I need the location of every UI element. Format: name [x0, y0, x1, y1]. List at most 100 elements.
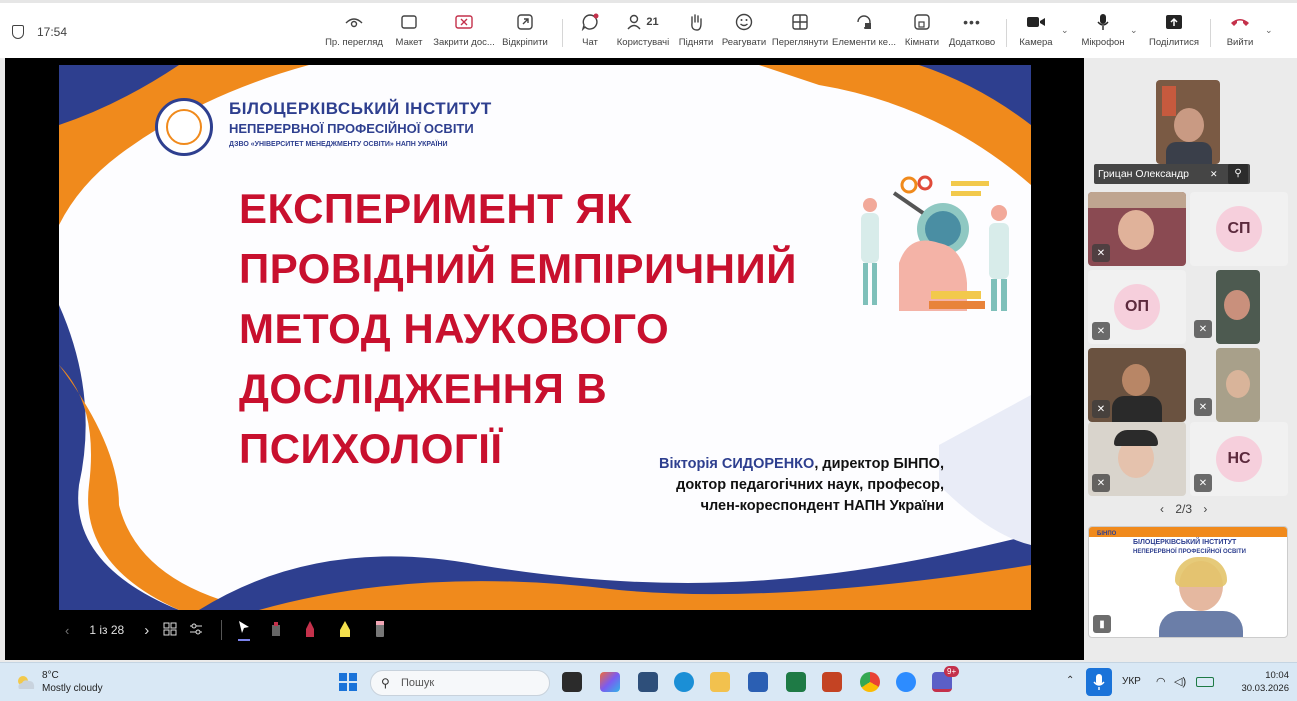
show-hidden-icons-icon[interactable]: ⌃: [1066, 675, 1074, 686]
audio-indicator-icon: ▮: [1093, 615, 1111, 633]
microphone-in-use-icon[interactable]: [1086, 668, 1112, 696]
video-tile[interactable]: [1216, 270, 1260, 344]
popout-icon: [517, 9, 533, 35]
taskbar-search[interactable]: ⚲ Пошук: [370, 670, 550, 696]
clock-time: 10:04: [1265, 670, 1289, 681]
presenter-video-tile[interactable]: БІНПО БІЛОЦЕРКІВСЬКИЙ ІНСТИТУТ НЕПЕРЕРВН…: [1088, 526, 1288, 638]
highlighter-icon[interactable]: [338, 620, 352, 641]
video-tile[interactable]: ✕: [1088, 348, 1186, 422]
featured-participant-name: Грицан Олександр: [1098, 168, 1189, 180]
participant-face: [1224, 290, 1250, 320]
toolbar-divider: [562, 19, 563, 47]
initials-tile[interactable]: НС ✕: [1190, 422, 1288, 496]
hangup-icon: [1230, 9, 1250, 35]
view-label: Переглянути: [771, 37, 829, 48]
participants-button[interactable]: 21 Користувачі: [616, 9, 670, 57]
pointer-tool-icon[interactable]: [238, 620, 251, 641]
gallery-page: 2/3: [1175, 502, 1193, 516]
task-view-icon[interactable]: [562, 672, 582, 692]
participant-face: [1118, 210, 1154, 250]
file-explorer-icon[interactable]: [710, 672, 730, 692]
windows-taskbar: 8°C Mostly cloudy ⚲ Пошук 9+ ⌃ УКР ◠ ◁) …: [0, 662, 1297, 701]
video-tile[interactable]: [1216, 348, 1260, 422]
grid-view-icon[interactable]: [163, 622, 177, 639]
battery-icon[interactable]: [1196, 677, 1214, 687]
camera-options-chevron-icon[interactable]: ⌄: [1061, 25, 1069, 36]
mic-muted-icon: ✕: [1194, 320, 1212, 338]
institute-subname: НЕПЕРЕРВНОЇ ПРОФЕСІЙНОЇ ОСВІТИ: [229, 121, 474, 136]
eye-icon: [345, 9, 363, 35]
stop-sharing-button[interactable]: Закрити дос...: [433, 9, 495, 57]
slide-settings-icon[interactable]: [189, 622, 203, 639]
pin-icon[interactable]: ⚲: [1228, 164, 1248, 184]
windows-start-icon[interactable]: [338, 672, 358, 692]
previous-slide-icon[interactable]: ‹: [65, 623, 69, 638]
edge-icon[interactable]: [674, 672, 694, 692]
laser-pointer-icon[interactable]: [270, 621, 282, 640]
more-button[interactable]: ••• Додатково: [948, 9, 996, 57]
rooms-label: Кімнати: [904, 37, 940, 48]
word-icon[interactable]: [748, 672, 768, 692]
excel-icon[interactable]: [786, 672, 806, 692]
controls-divider: [221, 620, 223, 640]
camera-label: Камера: [1019, 37, 1053, 48]
microphone-options-chevron-icon[interactable]: ⌄: [1130, 25, 1138, 36]
rooms-button[interactable]: Кімнати: [904, 9, 940, 57]
author-name: Вікторія СИДОРЕНКО: [658, 456, 815, 472]
chat-button[interactable]: Чат: [578, 9, 602, 57]
presentation-slide: БІЛОЦЕРКІВСЬКИЙ ІНСТИТУТ НЕПЕРЕРВНОЇ ПРО…: [59, 65, 1031, 610]
red-pen-icon[interactable]: [304, 620, 316, 641]
presenter-institute-sub: НЕПЕРЕРВНОЇ ПРОФЕСІЙНОЇ ОСВІТИ: [1133, 549, 1246, 555]
react-button[interactable]: Реагувати: [722, 9, 766, 57]
powerpoint-icon[interactable]: [822, 672, 842, 692]
copilot-icon[interactable]: [600, 672, 620, 692]
microphone-icon: [1096, 9, 1110, 35]
wifi-icon[interactable]: ◠: [1156, 675, 1166, 688]
initials-tile[interactable]: СП: [1190, 192, 1288, 266]
initials-tile[interactable]: ОП ✕: [1088, 270, 1186, 344]
leave-button[interactable]: Вийти: [1222, 9, 1258, 57]
weather-temperature[interactable]: 8°C: [42, 670, 59, 681]
video-background: [1088, 192, 1186, 208]
apps-button[interactable]: Елементи ке...: [832, 9, 896, 57]
institute-parent: ДЗВО «УНІВЕРСИТЕТ МЕНЕДЖМЕНТУ ОСВІТИ» НА…: [229, 141, 448, 148]
mic-muted-icon: ✕: [1092, 244, 1110, 262]
share-button[interactable]: Поділитися: [1148, 9, 1200, 57]
preview-button[interactable]: Пр. перегляд: [325, 9, 383, 57]
apps-icon: [856, 9, 872, 35]
microphone-button[interactable]: Мікрофон: [1080, 9, 1126, 57]
preview-label: Пр. перегляд: [325, 37, 383, 48]
zoom-icon[interactable]: [896, 672, 916, 692]
chrome-icon[interactable]: [860, 672, 880, 692]
presenter-logo-text: БІНПО: [1097, 531, 1117, 537]
popout-button[interactable]: Відкріпити: [502, 9, 548, 57]
participant-initials: НС: [1216, 436, 1262, 482]
more-label: Додатково: [948, 37, 996, 48]
leave-options-chevron-icon[interactable]: ⌄: [1265, 25, 1273, 36]
video-tile[interactable]: ✕: [1088, 192, 1186, 266]
participant-hair: [1114, 430, 1158, 446]
store-icon[interactable]: [638, 672, 658, 692]
view-icon: [792, 9, 808, 35]
react-label: Реагувати: [721, 37, 767, 48]
previous-page-icon[interactable]: ‹: [1160, 502, 1164, 516]
camera-button[interactable]: Камера: [1018, 9, 1054, 57]
volume-icon[interactable]: ◁): [1174, 675, 1186, 688]
input-language[interactable]: УКР: [1122, 676, 1141, 687]
microphone-label: Мікрофон: [1081, 37, 1125, 48]
video-tile[interactable]: ✕: [1088, 422, 1186, 496]
layout-button[interactable]: Макет: [392, 9, 426, 57]
weather-condition[interactable]: Mostly cloudy: [42, 683, 103, 694]
search-icon: ⚲: [381, 676, 390, 690]
view-button[interactable]: Переглянути: [772, 9, 828, 57]
featured-video-tile[interactable]: [1156, 80, 1220, 164]
next-page-icon[interactable]: ›: [1203, 502, 1207, 516]
popout-label: Відкріпити: [502, 37, 548, 48]
search-placeholder: Пошук: [401, 677, 435, 689]
raise-hand-button[interactable]: Підняти: [678, 9, 714, 57]
apps-label: Елементи ке...: [832, 37, 896, 48]
eraser-icon[interactable]: [374, 620, 386, 641]
next-slide-icon[interactable]: ›: [144, 622, 149, 639]
slide-counter: 1 із 28: [89, 623, 125, 637]
system-clock[interactable]: 10:04 30.03.2026: [1235, 669, 1289, 695]
